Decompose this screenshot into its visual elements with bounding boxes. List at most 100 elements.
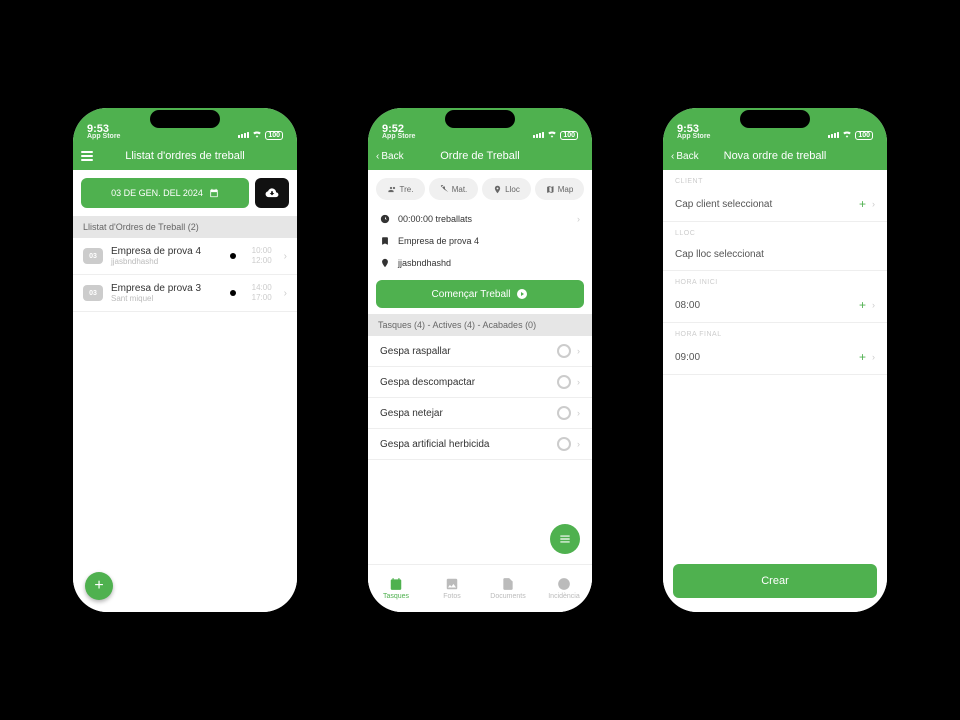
work-order-row[interactable]: 03 Empresa de prova 4 jjasbndhashd 10:00… xyxy=(73,238,297,275)
client-field[interactable]: Cap client seleccionat + › xyxy=(663,187,887,222)
chevron-right-icon: › xyxy=(872,352,875,362)
document-icon xyxy=(501,577,515,591)
task-title: Gespa artificial herbicida xyxy=(380,439,490,450)
device-notch xyxy=(445,110,515,128)
back-button[interactable]: ‹ Back xyxy=(376,151,404,162)
segment-map[interactable]: Map xyxy=(535,178,584,200)
task-title: Gespa descompactar xyxy=(380,377,475,388)
chevron-left-icon: ‹ xyxy=(671,151,674,162)
wifi-icon xyxy=(842,130,852,140)
place-field[interactable]: Cap lloc seleccionat xyxy=(663,239,887,271)
task-radio[interactable] xyxy=(557,344,571,358)
tasks-header: Tasques (4) - Actives (4) - Acabades (0) xyxy=(368,314,592,336)
date-picker-button[interactable]: 03 DE GEN. DEL 2024 xyxy=(81,178,249,208)
nav-bar: Llistat d'ordres de treball xyxy=(73,142,297,170)
notes-fab[interactable] xyxy=(550,524,580,554)
time-worked-value: 00:00:00 treballats xyxy=(398,214,472,224)
plus-icon: + xyxy=(859,350,866,364)
people-icon xyxy=(388,185,397,194)
back-label: Back xyxy=(676,151,698,162)
phone-work-order-detail: 9:52 App Store 100 ‹ Back Ordre de Treba… xyxy=(360,100,600,620)
order-time-end: 17:00 xyxy=(252,293,272,303)
alert-icon xyxy=(557,577,571,591)
segment-label: Mat. xyxy=(452,185,468,194)
home-indicator xyxy=(735,613,815,616)
page-title: Nova ordre de treball xyxy=(724,150,827,162)
segment-place[interactable]: Lloc xyxy=(482,178,531,200)
label-client: CLIENT xyxy=(663,170,887,187)
start-work-button[interactable]: Començar Treball xyxy=(376,280,584,308)
create-button[interactable]: Crear xyxy=(673,564,877,598)
plus-icon: + xyxy=(859,298,866,312)
task-row[interactable]: Gespa descompactar › xyxy=(368,367,592,398)
nav-bar: ‹ Back Nova ordre de treball xyxy=(663,142,887,170)
order-time-end: 12:00 xyxy=(252,256,272,266)
chevron-right-icon: › xyxy=(872,199,875,209)
home-indicator xyxy=(145,613,225,616)
tab-tasks[interactable]: Tasques xyxy=(368,565,424,612)
chevron-right-icon: › xyxy=(872,300,875,310)
tools-icon xyxy=(440,185,449,194)
chevron-left-icon: ‹ xyxy=(376,151,379,162)
order-title: Empresa de prova 3 xyxy=(111,283,222,294)
segment-workers[interactable]: Tre. xyxy=(376,178,425,200)
task-row[interactable]: Gespa netejar › xyxy=(368,398,592,429)
tab-label: Incidència xyxy=(548,593,580,600)
status-dot-icon xyxy=(230,253,236,259)
plus-icon: + xyxy=(94,577,103,595)
end-time-field[interactable]: 09:00 + › xyxy=(663,340,887,375)
task-title: Gespa netejar xyxy=(380,408,443,419)
plus-icon: + xyxy=(859,197,866,211)
tab-label: Fotos xyxy=(443,593,461,600)
create-label: Crear xyxy=(761,575,789,587)
end-time-value: 09:00 xyxy=(675,352,700,363)
list-icon xyxy=(558,532,572,546)
status-appstore-label: App Store xyxy=(677,133,710,140)
tab-label: Documents xyxy=(490,593,525,600)
start-time-value: 08:00 xyxy=(675,300,700,311)
status-dot-icon xyxy=(230,290,236,296)
tab-documents[interactable]: Documents xyxy=(480,565,536,612)
task-row[interactable]: Gespa artificial herbicida › xyxy=(368,429,592,460)
task-radio[interactable] xyxy=(557,375,571,389)
time-worked-row[interactable]: 00:00:00 treballats › xyxy=(368,208,592,230)
device-notch xyxy=(740,110,810,128)
wifi-icon xyxy=(547,130,557,140)
task-radio[interactable] xyxy=(557,406,571,420)
label-end-time: HORA FINAL xyxy=(663,323,887,340)
label-place: LLOC xyxy=(663,222,887,239)
map-icon xyxy=(546,185,555,194)
chevron-right-icon: › xyxy=(284,288,287,299)
pin-icon xyxy=(380,258,390,268)
back-button[interactable]: ‹ Back xyxy=(671,151,699,162)
order-title: Empresa de prova 4 xyxy=(111,246,222,257)
task-radio[interactable] xyxy=(557,437,571,451)
image-icon xyxy=(445,577,459,591)
start-time-field[interactable]: 08:00 + › xyxy=(663,288,887,323)
chevron-right-icon: › xyxy=(577,408,580,418)
segment-label: Lloc xyxy=(505,185,520,194)
signal-icon xyxy=(533,132,544,138)
tab-incidents[interactable]: Incidència xyxy=(536,565,592,612)
segment-label: Map xyxy=(558,185,574,194)
battery-indicator: 100 xyxy=(560,131,578,140)
date-badge: 03 xyxy=(83,248,103,264)
status-appstore-label: App Store xyxy=(87,133,120,140)
sync-button[interactable] xyxy=(255,178,289,208)
task-row[interactable]: Gespa raspallar › xyxy=(368,336,592,367)
signal-icon xyxy=(828,132,839,138)
battery-indicator: 100 xyxy=(855,131,873,140)
hamburger-icon xyxy=(81,151,93,161)
tab-label: Tasques xyxy=(383,593,409,600)
tab-photos[interactable]: Fotos xyxy=(424,565,480,612)
location-value: jjasbndhashd xyxy=(398,258,451,268)
add-order-fab[interactable]: + xyxy=(85,572,113,600)
order-subtitle: jjasbndhashd xyxy=(111,257,222,266)
chevron-right-icon: › xyxy=(284,251,287,262)
company-row: Empresa de prova 4 xyxy=(368,230,592,252)
segment-materials[interactable]: Mat. xyxy=(429,178,478,200)
segment-label: Tre. xyxy=(400,185,414,194)
menu-button[interactable] xyxy=(81,151,93,161)
work-order-row[interactable]: 03 Empresa de prova 3 Sant miquel 14:00 … xyxy=(73,275,297,312)
bottom-tab-bar: Tasques Fotos Documents Incidència xyxy=(368,564,592,612)
